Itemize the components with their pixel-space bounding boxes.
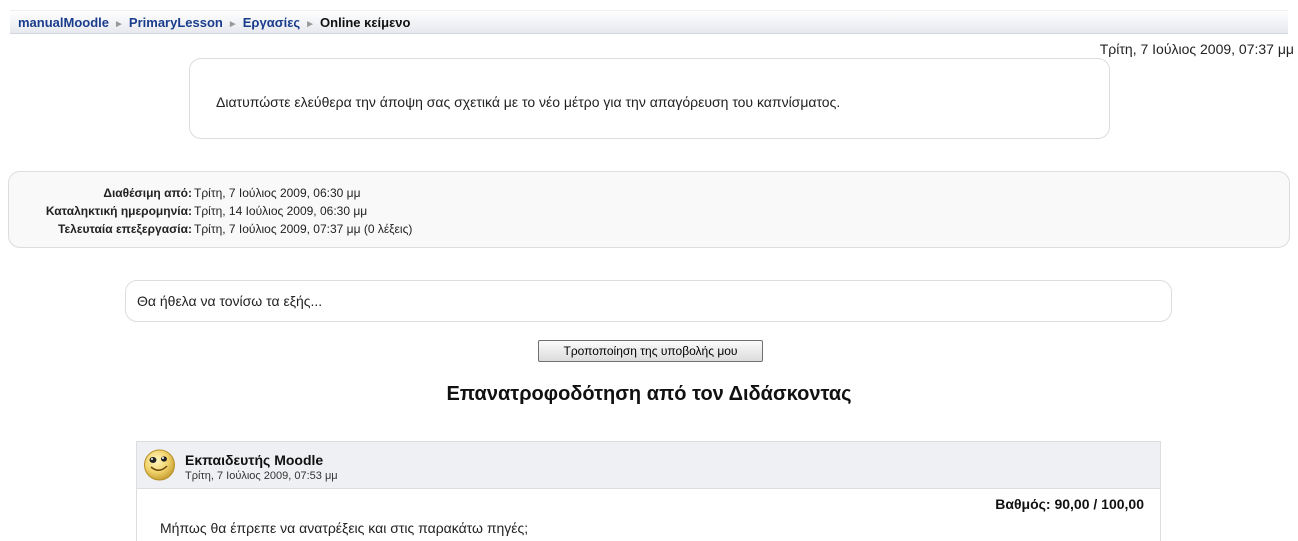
feedback-date: Τρίτη, 7 Ιούλιος 2009, 07:53 μμ xyxy=(185,470,338,482)
breadcrumb-link-course[interactable]: manualMoodle xyxy=(18,15,109,30)
assignment-intro-text: Διατυπώστε ελεύθερα την άποψη σας σχετικ… xyxy=(216,94,841,110)
breadcrumb-current: Online κείμενο xyxy=(320,15,411,30)
due-date-value: Τρίτη, 14 Ιούλιος 2009, 06:30 μμ xyxy=(194,204,368,218)
feedback-box: Εκπαιδευτής Moodle Τρίτη, 7 Ιούλιος 2009… xyxy=(136,441,1161,541)
breadcrumb-separator-icon: ► xyxy=(114,19,124,30)
assignment-intro-box: Διατυπώστε ελεύθερα την άποψη σας σχετικ… xyxy=(189,58,1110,139)
teacher-name[interactable]: Εκπαιδευτής Moodle xyxy=(185,452,323,468)
assignment-dates-box: Διαθέσιμη από: Τρίτη, 7 Ιούλιος 2009, 06… xyxy=(8,171,1290,248)
breadcrumb-separator-icon: ► xyxy=(227,19,238,30)
smiley-avatar-icon xyxy=(142,447,177,482)
submission-text-box: Θα ήθελα να τονίσω τα εξής... xyxy=(125,280,1172,322)
current-date: Τρίτη, 7 Ιούλιος 2009, 07:37 μμ xyxy=(1099,41,1294,57)
breadcrumb-link-assignments[interactable]: Εργασίες xyxy=(243,15,300,30)
last-edited-value: Τρίτη, 7 Ιούλιος 2009, 07:37 μμ (0 λέξει… xyxy=(194,222,413,236)
feedback-text: Μήπως θα έπρεπε να ανατρέξεις και στις π… xyxy=(160,520,529,536)
grade-label: Βαθμός: 90,00 / 100,00 xyxy=(995,496,1144,512)
available-from-label: Διαθέσιμη από: xyxy=(103,186,192,200)
available-from-value: Τρίτη, 7 Ιούλιος 2009, 06:30 μμ xyxy=(194,186,361,200)
breadcrumb-link-lesson[interactable]: PrimaryLesson xyxy=(129,15,223,30)
last-edited-label: Τελευταία επεξεργασία: xyxy=(58,222,192,236)
submission-text: Θα ήθελα να τονίσω τα εξής... xyxy=(137,293,323,309)
breadcrumb-separator-icon: ► xyxy=(305,19,316,30)
breadcrumb: manualMoodle ► PrimaryLesson ► Εργασίες ► Onli… xyxy=(10,10,1288,34)
due-date-row: Καταληκτική ημερομηνία: Τρίτη, 14 Ιούλιο… xyxy=(9,202,412,220)
due-date-label: Καταληκτική ημερομηνία: xyxy=(45,204,192,218)
assignment-dates-table: Διαθέσιμη από: Τρίτη, 7 Ιούλιος 2009, 06… xyxy=(9,184,412,238)
available-from-row: Διαθέσιμη από: Τρίτη, 7 Ιούλιος 2009, 06… xyxy=(9,184,412,202)
feedback-header: Εκπαιδευτής Moodle Τρίτη, 7 Ιούλιος 2009… xyxy=(137,442,1160,489)
feedback-heading: Επανατροφοδότηση από τον Διδάσκοντας xyxy=(446,383,852,405)
last-edited-row: Τελευταία επεξεργασία: Τρίτη, 7 Ιούλιος … xyxy=(9,220,412,238)
edit-submission-button[interactable]: Τροποποίηση της υποβολής μου xyxy=(538,340,763,362)
